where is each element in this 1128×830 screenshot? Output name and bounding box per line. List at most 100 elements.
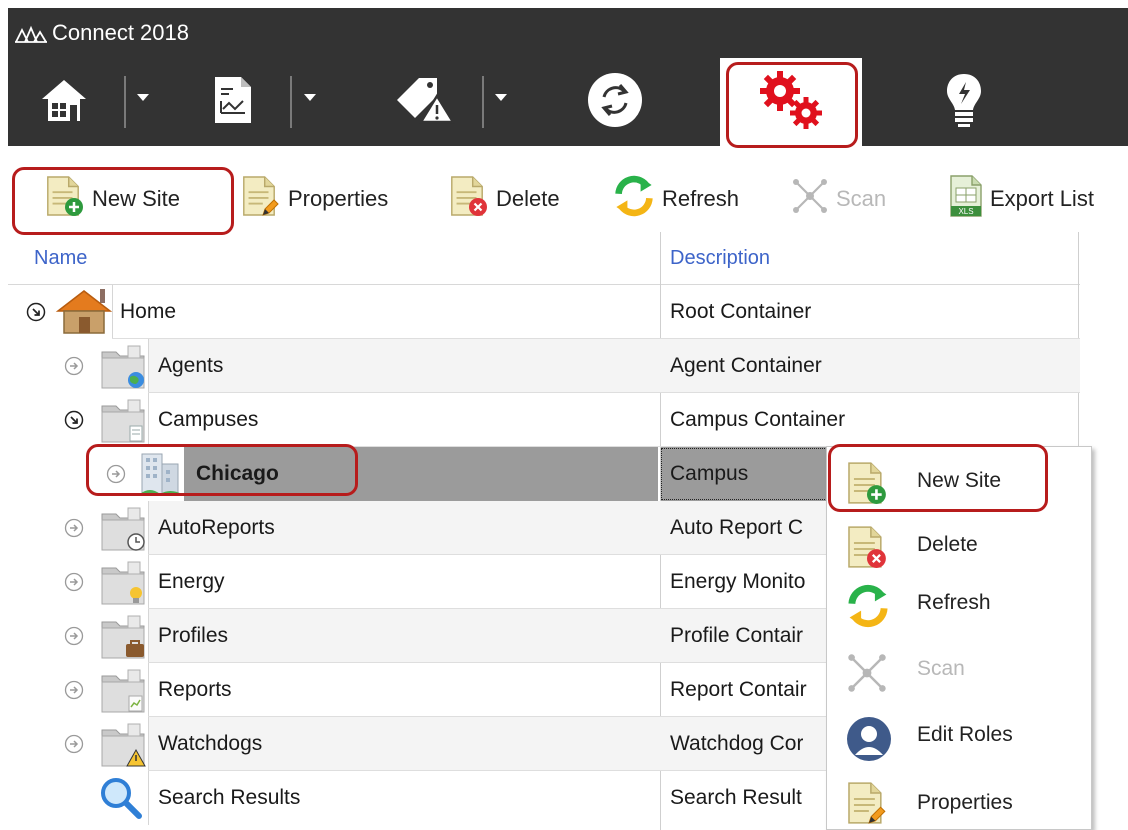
refresh-button[interactable]: Refresh xyxy=(612,174,739,224)
reports-dropdown-caret[interactable] xyxy=(304,94,316,101)
tree-node-label: Reports xyxy=(158,678,232,701)
column-header-name[interactable]: Name xyxy=(34,232,87,284)
home-button[interactable] xyxy=(38,58,90,146)
tree-row-home[interactable]: Home Root Container xyxy=(8,285,1080,339)
sync-icon xyxy=(586,71,644,134)
expand-toggle-icon[interactable] xyxy=(106,464,126,484)
folder-report-icon xyxy=(100,668,146,719)
context-menu-new-site[interactable]: New Site xyxy=(827,451,1091,515)
scan-button[interactable]: Scan xyxy=(790,174,886,224)
row-band xyxy=(148,339,1080,393)
refresh-icon xyxy=(845,583,891,634)
window-title: Connect 2018 xyxy=(52,20,189,45)
scan-label: Scan xyxy=(836,186,887,211)
reports-button[interactable] xyxy=(208,58,258,146)
menu-item-label: New Site xyxy=(917,469,1002,492)
cell-divider xyxy=(148,717,149,771)
report-chart-icon xyxy=(213,75,253,130)
toolbar-separator xyxy=(290,76,292,128)
context-menu: New Site Delete Refresh Scan Edit Roles … xyxy=(826,446,1092,830)
context-menu-refresh[interactable]: Refresh xyxy=(827,579,1091,643)
scan-icon xyxy=(790,176,830,222)
new-site-icon xyxy=(845,459,889,512)
row-description: Watchdog Cor xyxy=(670,732,804,755)
cell-divider xyxy=(148,663,149,717)
cell-divider xyxy=(148,555,149,609)
toolbar-separator xyxy=(124,76,126,128)
context-menu-edit-roles[interactable]: Edit Roles xyxy=(827,707,1091,771)
row-description: Agent Container xyxy=(670,354,822,377)
expand-toggle-icon[interactable] xyxy=(64,356,84,376)
row-description: Campus Container xyxy=(670,408,846,431)
properties-icon xyxy=(240,174,282,224)
row-description: Energy Monito xyxy=(670,570,806,593)
home-icon xyxy=(40,77,88,128)
cell-divider xyxy=(148,393,149,447)
title-bar: Connect 2018 xyxy=(8,8,1128,58)
expand-toggle-icon[interactable] xyxy=(64,734,84,754)
column-header-description[interactable]: Description xyxy=(670,232,770,284)
context-menu-delete[interactable]: Delete xyxy=(827,515,1091,579)
row-description: Auto Report C xyxy=(670,516,804,539)
folder-document-icon xyxy=(100,398,146,449)
folder-globe-icon xyxy=(100,344,146,395)
tree-node-label: Watchdogs xyxy=(158,732,263,755)
folder-clock-icon xyxy=(100,506,146,557)
action-toolbar: New Site Properties Delete Refresh Scan … xyxy=(8,168,1128,234)
stray-cursor-artifact xyxy=(384,685,398,699)
tree-row-agents[interactable]: Agents Agent Container xyxy=(8,339,1080,393)
row-description: Campus xyxy=(670,462,749,485)
menu-item-label: Edit Roles xyxy=(917,723,1013,746)
cell-divider xyxy=(148,771,149,825)
settings-button[interactable] xyxy=(720,58,862,146)
expand-toggle-icon[interactable] xyxy=(64,626,84,646)
excel-export-icon: XLS xyxy=(948,174,984,224)
main-toolbar xyxy=(8,58,1128,146)
menu-item-label: Refresh xyxy=(917,591,991,614)
properties-button[interactable]: Properties xyxy=(240,174,388,224)
properties-icon xyxy=(845,779,889,830)
expand-toggle-icon[interactable] xyxy=(64,680,84,700)
cell-divider xyxy=(148,339,149,393)
new-site-label: New Site xyxy=(92,186,181,211)
app-logo-icon xyxy=(14,24,48,49)
user-roles-icon xyxy=(845,715,893,768)
magnifier-icon xyxy=(98,775,142,824)
svg-text:XLS: XLS xyxy=(958,207,973,216)
row-description: Profile Contair xyxy=(670,624,804,647)
row-description: Root Container xyxy=(670,300,812,323)
sync-button[interactable] xyxy=(582,58,648,146)
home-dropdown-caret[interactable] xyxy=(137,94,149,101)
tree-node-label: Campuses xyxy=(158,408,259,431)
context-menu-properties[interactable]: Properties xyxy=(827,771,1091,830)
row-description: Report Contair xyxy=(670,678,807,701)
row-band xyxy=(148,393,1080,447)
alarms-button[interactable] xyxy=(390,58,462,146)
lightbulb-button[interactable] xyxy=(938,58,990,146)
tree-node-label: Search Results xyxy=(158,786,301,809)
tree-node-label: Profiles xyxy=(158,624,229,647)
tree-node-label: Energy xyxy=(158,570,225,593)
refresh-icon xyxy=(612,174,656,224)
settings-gears-icon xyxy=(756,69,826,136)
export-list-button[interactable]: XLS Export List xyxy=(948,174,1094,224)
menu-item-label: Properties xyxy=(917,791,1013,814)
tree-row-campuses[interactable]: Campuses Campus Container xyxy=(8,393,1080,447)
new-site-icon xyxy=(44,174,86,224)
alarm-tag-icon xyxy=(393,74,459,131)
tree-node-label: Home xyxy=(120,300,177,323)
delete-button[interactable]: Delete xyxy=(448,174,560,224)
new-site-button[interactable]: New Site xyxy=(44,174,180,224)
expand-toggle-icon[interactable] xyxy=(26,302,46,322)
delete-icon xyxy=(845,523,889,576)
context-menu-scan[interactable]: Scan xyxy=(827,643,1091,707)
expand-toggle-icon[interactable] xyxy=(64,518,84,538)
export-list-label: Export List xyxy=(990,186,1094,211)
alarms-dropdown-caret[interactable] xyxy=(495,94,507,101)
delete-icon xyxy=(448,174,490,224)
cell-divider xyxy=(148,501,149,555)
expand-toggle-icon[interactable] xyxy=(64,410,84,430)
expand-toggle-icon[interactable] xyxy=(64,572,84,592)
cell-divider xyxy=(148,609,149,663)
properties-label: Properties xyxy=(288,186,389,211)
